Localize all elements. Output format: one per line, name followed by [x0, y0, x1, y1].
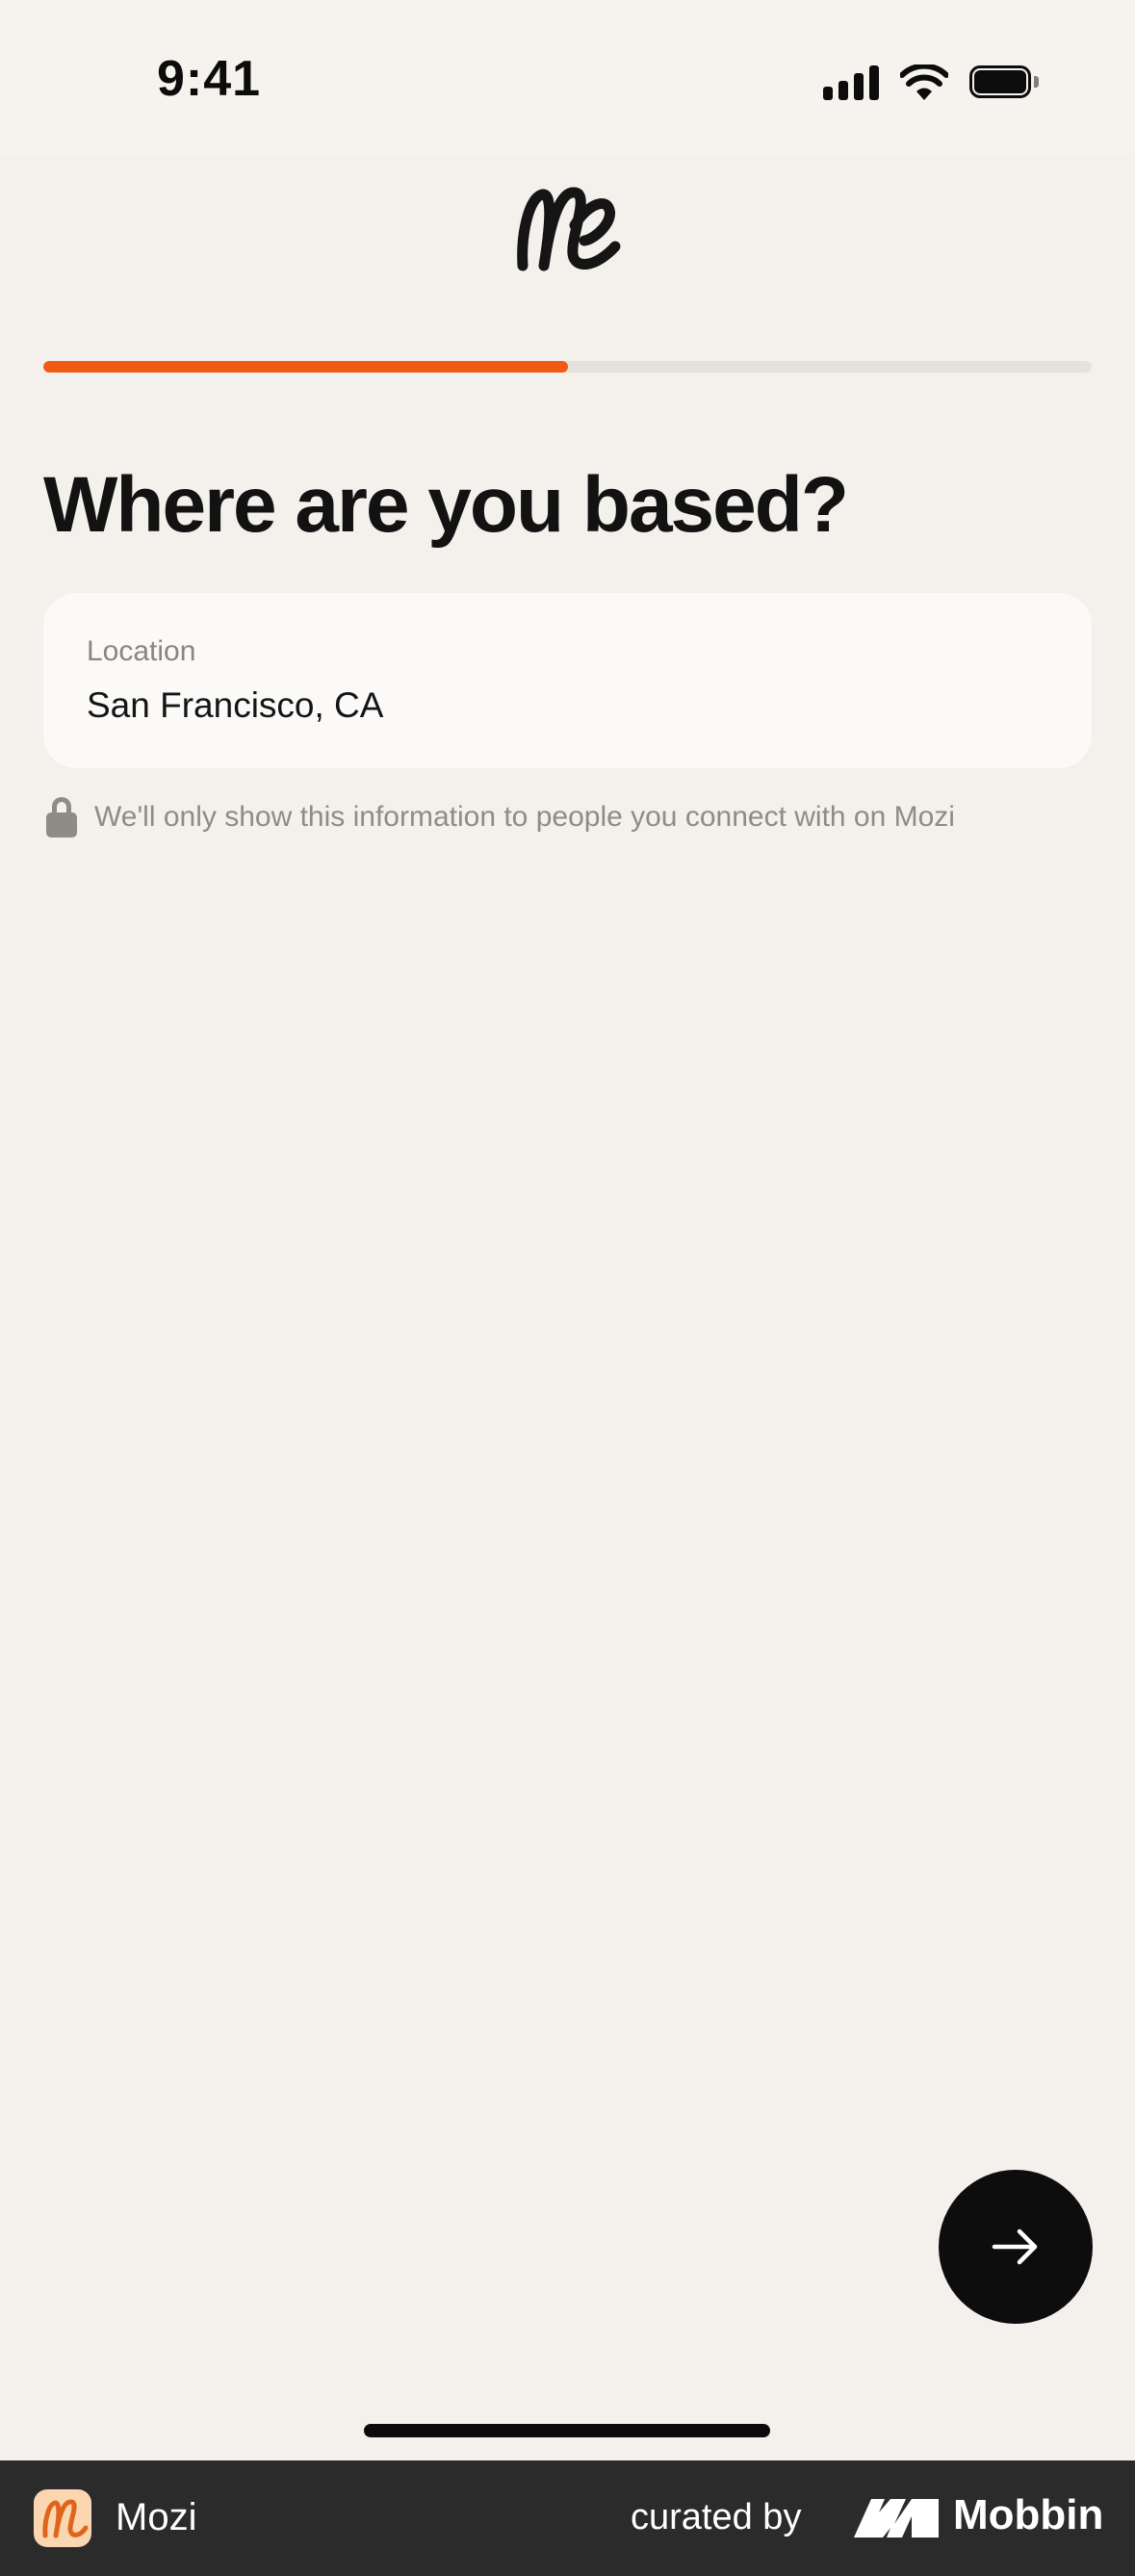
location-field[interactable]: Location San Francisco, CA [43, 593, 1092, 768]
arrow-right-icon [992, 2228, 1038, 2265]
location-field-value[interactable]: San Francisco, CA [87, 685, 383, 726]
status-time: 9:41 [157, 51, 262, 107]
location-field-label: Location [87, 635, 196, 667]
progress-fill [43, 361, 568, 373]
privacy-note-text: We'll only show this information to peop… [94, 801, 955, 833]
signal-icon [823, 65, 879, 100]
home-indicator[interactable] [364, 2424, 770, 2437]
next-button[interactable] [939, 2170, 1093, 2324]
onboarding-progress-bar [43, 361, 1092, 373]
battery-icon [969, 65, 1039, 100]
status-icons [823, 62, 1039, 104]
status-bar: 9:41 [0, 0, 1135, 154]
footer-brand: Mobbin [953, 2491, 1104, 2538]
curated-by-label: curated by [631, 2497, 802, 2537]
page-title: Where are you based? [43, 461, 849, 549]
lock-icon [46, 797, 77, 837]
wifi-icon [900, 64, 948, 100]
mozi-logo-icon [517, 187, 621, 271]
mobbin-logo-icon [854, 2499, 939, 2537]
mozi-app-icon [42, 2499, 89, 2538]
privacy-note: We'll only show this information to peop… [46, 797, 955, 837]
footer-app-name: Mozi [116, 2496, 197, 2538]
footer-bar: Mozi curated by Mobbin [0, 2460, 1135, 2576]
app-icon [34, 2489, 91, 2547]
